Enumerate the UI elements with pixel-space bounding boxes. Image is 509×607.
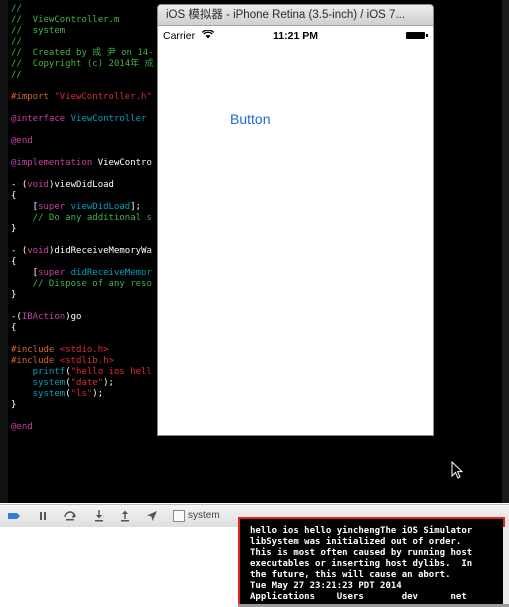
code-token: "date" [70, 378, 104, 388]
code-token: system [11, 378, 66, 388]
code-token: printf [11, 367, 66, 377]
code-token: ]; [130, 202, 142, 212]
code-token: super [38, 202, 66, 212]
code-token: )didReceiveMemoryWa [48, 246, 152, 256]
code-token: #import [11, 92, 55, 102]
code-token: viewDidLoad [65, 202, 131, 212]
code-token: - ( [11, 180, 28, 190]
code-token: @interface [11, 114, 66, 124]
code-token: { [11, 191, 17, 201]
code-token: ); [92, 389, 104, 399]
code-token: } [11, 290, 17, 300]
console-scrollbar[interactable] [503, 527, 509, 607]
code-token: didReceiveMemor [65, 268, 152, 278]
code-token: "ls" [70, 389, 93, 399]
code-token: ViewController [65, 114, 147, 124]
code-token: #include [11, 356, 60, 366]
code-token: // ViewController.m [11, 15, 120, 25]
ios-status-bar: Carrier 11:21 PM [158, 28, 433, 44]
console-output[interactable]: hello ios hello yinchengThe iOS Simulato… [238, 517, 505, 607]
code-token: @end [11, 422, 33, 432]
ios-simulator-window: iOS 模拟器 - iPhone Retina (3.5-inch) / iOS… [157, 4, 434, 436]
code-token: } [11, 400, 17, 410]
code-token: @end [11, 136, 33, 146]
battery-icon [406, 32, 428, 39]
code-token: <stdlib.h> [59, 356, 114, 366]
app-button[interactable]: Button [230, 111, 270, 127]
code-token: #include [11, 345, 60, 355]
code-token: ViewContro [92, 158, 152, 168]
code-token: super [38, 268, 66, 278]
code-token: "ViewController.h" [54, 92, 152, 102]
simulator-title[interactable]: iOS 模拟器 - iPhone Retina (3.5-inch) / iOS… [158, 5, 433, 26]
code-token: system [11, 389, 66, 399]
editor-scrollbar[interactable] [502, 0, 509, 503]
step-out-icon[interactable] [118, 509, 132, 523]
toggle-debug-area-icon[interactable] [7, 509, 21, 523]
code-token: [ [11, 268, 39, 278]
status-time: 11:21 PM [273, 30, 318, 42]
location-icon[interactable] [145, 509, 159, 523]
step-into-icon[interactable] [92, 509, 106, 523]
code-token: - ( [11, 246, 28, 256]
code-token: // [11, 37, 22, 47]
code-token: { [11, 257, 17, 267]
code-token: // Dispose of any reso [11, 279, 152, 289]
code-token: } [11, 224, 17, 234]
code-token: IBAction [21, 312, 66, 322]
code-token: { [11, 323, 17, 333]
code-token: // Copyright (c) 2014年 成 [11, 59, 154, 69]
code-token: // Do any additional s [11, 213, 152, 223]
code-token: // Created by 成 尹 on 14- [11, 48, 154, 58]
code-token: "hello ios hell [70, 367, 152, 377]
step-over-icon[interactable] [63, 509, 77, 523]
code-token: [ [11, 202, 39, 212]
mouse-cursor-icon [451, 461, 463, 479]
code-token: ); [103, 378, 114, 388]
code-token: -( [11, 312, 22, 322]
code-token: // [11, 70, 22, 80]
editor-gutter [0, 0, 8, 503]
code-token: @implementation [11, 158, 93, 168]
code-token: // system [11, 26, 66, 36]
pause-icon[interactable] [36, 509, 50, 523]
console-text: hello ios hello yinchengThe iOS Simulato… [250, 526, 473, 602]
code-token: )go [65, 312, 82, 322]
code-token: void [27, 180, 49, 190]
debug-frame-label[interactable]: system [188, 510, 220, 521]
code-token: <stdio.h> [59, 345, 109, 355]
code-token: )viewDidLoad [48, 180, 114, 190]
frame-icon [173, 510, 185, 522]
code-token: // [11, 4, 22, 14]
code-token: void [27, 246, 49, 256]
